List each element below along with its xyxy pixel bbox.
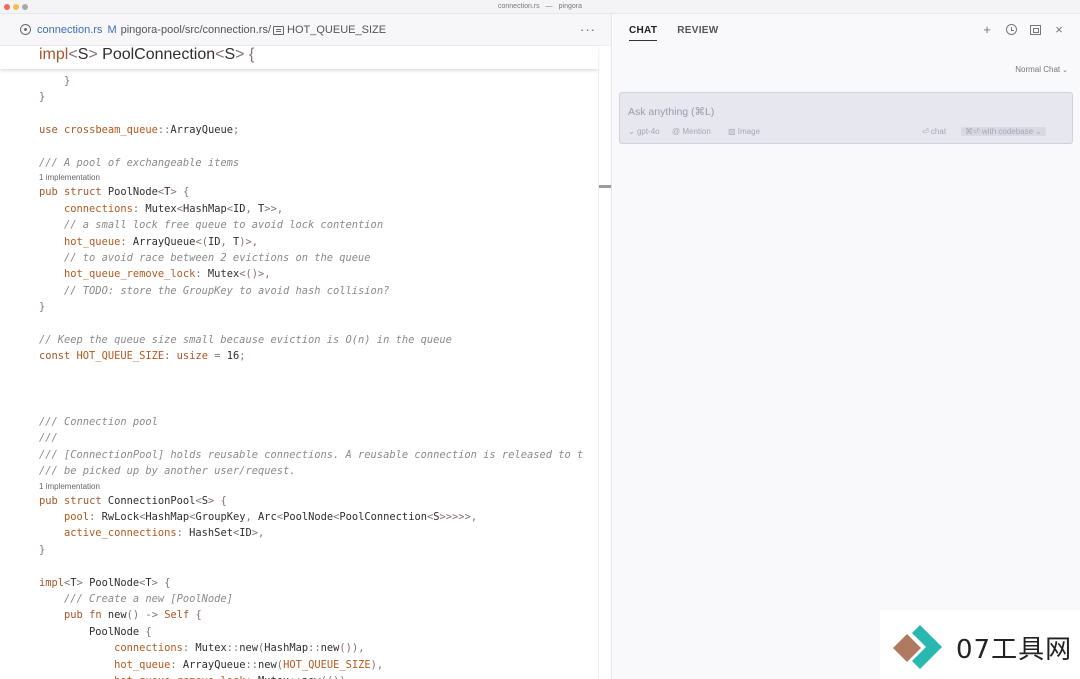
code-line: ///	[39, 432, 58, 445]
code-line: active_connections: HashSet<ID>,	[64, 527, 265, 540]
panel-actions: + ×	[980, 23, 1066, 38]
code-line: const HOT_QUEUE_SIZE: usize = 16;	[39, 350, 246, 363]
window-title-file: connection.rs	[498, 3, 540, 10]
chat-mode-label: Normal Chat	[1015, 65, 1061, 74]
mention-button[interactable]: @ Mention	[672, 127, 711, 136]
codebase-label: ⌘⏎ with codebase	[965, 127, 1034, 136]
chevron-down-icon: ⌄	[1062, 67, 1068, 74]
code-line: connections: Mutex::new(HashMap::new()),	[114, 642, 365, 655]
watermark-logo-icon	[893, 625, 942, 669]
history-icon	[1005, 24, 1017, 35]
code-line: pub struct ConnectionPool<S> {	[39, 494, 227, 507]
code-line: hot_queue: ArrayQueue::new(HOT_QUEUE_SIZ…	[114, 658, 384, 671]
code-line: /// [ConnectionPool] holds reusable conn…	[39, 448, 584, 461]
image-label: Image	[737, 127, 761, 136]
close-icon[interactable]: ×	[1052, 23, 1066, 38]
code-line: // TODO: store the GroupKey to avoid has…	[64, 284, 390, 297]
code-line: /// A pool of exchangeable items	[39, 157, 240, 169]
code-line: /// Connection pool	[39, 416, 158, 428]
window-title: connection.rs — pingora	[498, 3, 582, 10]
more-actions-button[interactable]: ···	[580, 22, 596, 37]
code-line: impl<T> PoolNode<T> {	[39, 576, 171, 589]
expand-button[interactable]	[1028, 23, 1042, 38]
submit-chat-button[interactable]: ⏎ chat	[922, 127, 946, 136]
breadcrumb: connection.rs M pingora-pool/src/connect…	[0, 14, 611, 46]
code-line: // a small lock free queue to avoid lock…	[64, 219, 384, 232]
code-line: /// be picked up by another user/request…	[39, 465, 296, 478]
code-lens-implementations[interactable]: 1 implementation	[39, 172, 100, 184]
code-line: }	[39, 543, 46, 556]
code-lens-implementations[interactable]: 1 implementation	[39, 481, 100, 493]
title-bar: connection.rs — pingora	[0, 0, 1080, 14]
code-line: hot_queue: ArrayQueue<(ID, T)>,	[64, 235, 259, 248]
code-line: PoolNode {	[39, 625, 152, 638]
code-line: connections: Mutex<HashMap<ID, T>>,	[64, 202, 284, 215]
breadcrumb-symbol[interactable]: HOT_QUEUE_SIZE	[287, 24, 386, 36]
chat-mode-select[interactable]: Normal Chat ⌄	[1015, 65, 1068, 74]
expand-icon	[1029, 25, 1041, 35]
tab-review[interactable]: REVIEW	[677, 25, 718, 41]
constant-symbol-icon	[273, 26, 285, 35]
modified-indicator: M	[107, 23, 117, 36]
rust-file-icon	[20, 24, 31, 35]
breadcrumb-file-tab[interactable]: connection.rs	[37, 24, 102, 36]
code-line: hot_queue_remove_lock: Mutex<()>,	[64, 268, 271, 281]
breadcrumb-path[interactable]: pingora-pool/src/connection.rs/	[121, 24, 271, 36]
code-line: pool: RwLock<HashMap<GroupKey, Arc<PoolN…	[64, 511, 478, 523]
chat-panel: CHAT REVIEW + × Normal Chat ⌄ Ask anythin…	[613, 14, 1080, 679]
watermark-text: 07工具网	[956, 635, 1073, 665]
sticky-code-line: impl<S> PoolConnection<S> {	[39, 46, 255, 63]
code-line: }	[39, 91, 46, 104]
tab-chat[interactable]: CHAT	[629, 25, 658, 41]
chat-input-toolbar: ⌄ gpt-4o @ Mention ▨ Image ⏎ chat ⌘⏎ wit…	[628, 127, 1064, 139]
chat-input-box[interactable]: Ask anything (⌘L) ⌄ gpt-4o @ Mention ▨ I…	[619, 92, 1073, 144]
model-label: gpt-4o	[636, 127, 660, 136]
code-line: use crossbeam_queue::ArrayQueue;	[39, 124, 240, 137]
watermark: 07工具网	[880, 610, 1080, 679]
window-title-project: pingora	[558, 3, 582, 10]
chat-input-placeholder[interactable]: Ask anything (⌘L)	[628, 106, 714, 118]
new-chat-icon[interactable]: +	[980, 23, 994, 38]
code-editor[interactable]: connection.rs M pingora-pool/src/connect…	[0, 14, 612, 679]
model-select[interactable]: ⌄ gpt-4o	[628, 127, 660, 136]
sticky-scroll-header[interactable]: impl<S> PoolConnection<S> {	[0, 46, 598, 69]
code-line: hot_queue_remove_lock: Mutex::new(()),	[39, 673, 352, 679]
submit-with-codebase-button[interactable]: ⌘⏎ with codebase ⌄	[961, 127, 1047, 136]
code-line: // Keep the queue size small because evi…	[39, 334, 452, 346]
code-line: // to avoid race between 2 evictions on …	[64, 252, 371, 264]
image-button[interactable]: ▨ Image	[728, 127, 760, 136]
scrollbar-marker[interactable]	[599, 185, 611, 188]
code-line: }	[39, 301, 46, 314]
code-line: /// Create a new [PoolNode]	[64, 593, 233, 605]
chat-tabs: CHAT REVIEW	[629, 25, 718, 41]
history-button[interactable]	[1004, 23, 1018, 38]
overview-ruler[interactable]	[598, 69, 599, 679]
code-line: pub fn new() -> Self {	[64, 609, 202, 622]
code-line: pub struct PoolNode<T> {	[39, 186, 190, 199]
code-line: }	[64, 75, 71, 87]
